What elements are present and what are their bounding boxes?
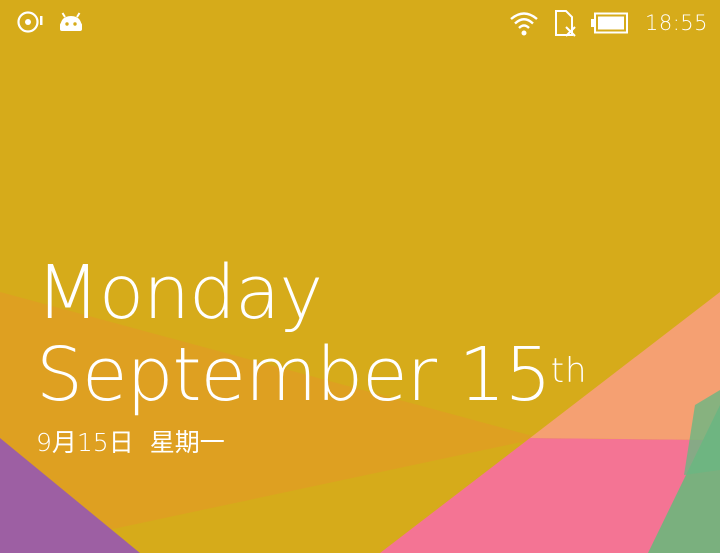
no-sim-icon	[553, 9, 577, 37]
lockscreen-date-widget: Monday September 15th 9月15日 星期一	[36, 253, 588, 459]
chinese-date-text: 9月15日	[36, 428, 134, 457]
wifi-icon	[509, 10, 539, 36]
date-text: September 15	[36, 332, 552, 418]
status-clock: 18:55	[644, 11, 708, 35]
date-ordinal-suffix: th	[550, 351, 588, 391]
android-icon	[58, 12, 84, 32]
chinese-date: 9月15日 星期一	[36, 423, 588, 459]
system-icons: 18:55	[509, 8, 708, 38]
notification-icons	[16, 10, 84, 34]
screen-record-icon	[16, 10, 44, 34]
status-bar: 18:55	[0, 0, 720, 46]
full-date: September 15th	[36, 335, 588, 415]
battery-icon	[590, 12, 629, 34]
day-name: Monday	[36, 250, 323, 336]
chinese-weekday: 星期一	[149, 428, 225, 457]
